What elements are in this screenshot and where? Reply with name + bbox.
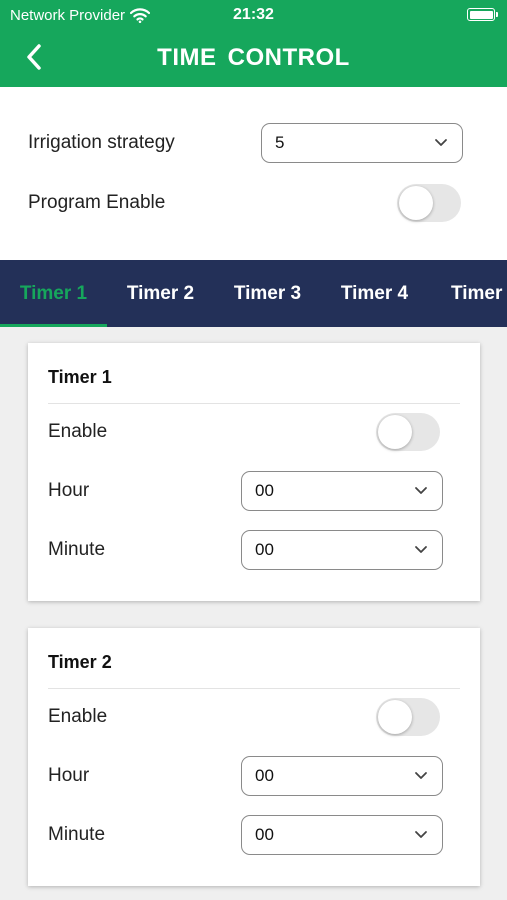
- page-title: TIME CONTROL: [157, 44, 350, 71]
- tab-timer-2[interactable]: Timer 2: [107, 260, 214, 327]
- divider: [48, 688, 460, 689]
- chevron-down-icon: [415, 831, 427, 838]
- minute-label: Minute: [48, 824, 106, 845]
- program-enable-toggle[interactable]: [397, 184, 461, 222]
- program-settings: Irrigation strategy 5 Program Enable: [0, 87, 507, 260]
- tab-timer-4[interactable]: Timer 4: [321, 260, 428, 327]
- timer-2-minute-select[interactable]: 00: [241, 815, 443, 855]
- app-header: Network Provider 21:32 TIME CONTROL: [0, 0, 507, 87]
- nav-bar: TIME CONTROL: [0, 30, 507, 87]
- status-bar: Network Provider 21:32: [0, 0, 507, 30]
- tab-timer-3[interactable]: Timer 3: [214, 260, 321, 327]
- status-time: 21:32: [233, 6, 274, 23]
- timer-1-minute-select[interactable]: 00: [241, 530, 443, 570]
- enable-label: Enable: [48, 421, 108, 442]
- timer-card-title: Timer 2: [48, 652, 112, 672]
- hour-value: 00: [255, 481, 274, 500]
- toggle-knob: [378, 700, 412, 734]
- timer-card-title: Timer 1: [48, 367, 112, 387]
- minute-value: 00: [255, 540, 274, 559]
- chevron-down-icon: [415, 487, 427, 494]
- timer-1-enable-toggle[interactable]: [376, 413, 440, 451]
- chevron-down-icon: [415, 546, 427, 553]
- divider: [48, 403, 460, 404]
- irrigation-strategy-label: Irrigation strategy: [28, 132, 175, 153]
- timer-2-enable-toggle[interactable]: [376, 698, 440, 736]
- enable-label: Enable: [48, 706, 108, 727]
- chevron-down-icon: [435, 139, 447, 146]
- tab-timer-1[interactable]: Timer 1: [0, 260, 107, 327]
- irrigation-strategy-select[interactable]: 5: [261, 123, 463, 163]
- toggle-knob: [378, 415, 412, 449]
- toggle-knob: [399, 186, 433, 220]
- minute-value: 00: [255, 825, 274, 844]
- timer-card-2: Timer 2 Enable Hour 00 Minute 00: [28, 628, 480, 886]
- program-enable-label: Program Enable: [28, 192, 166, 213]
- timer-card-1: Timer 1 Enable Hour 00 Minute 00: [28, 343, 480, 601]
- irrigation-strategy-value: 5: [275, 133, 285, 152]
- timer-1-hour-select[interactable]: 00: [241, 471, 443, 511]
- timer-tabs: Timer 1 Timer 2 Timer 3 Timer 4 Timer 5: [0, 260, 507, 327]
- minute-label: Minute: [48, 539, 106, 560]
- timer-2-hour-select[interactable]: 00: [241, 756, 443, 796]
- hour-value: 00: [255, 766, 274, 785]
- hour-label: Hour: [48, 480, 90, 501]
- battery-icon: [467, 8, 498, 21]
- chevron-down-icon: [415, 772, 427, 779]
- hour-label: Hour: [48, 765, 90, 786]
- tab-timer-5[interactable]: Timer 5: [428, 260, 507, 327]
